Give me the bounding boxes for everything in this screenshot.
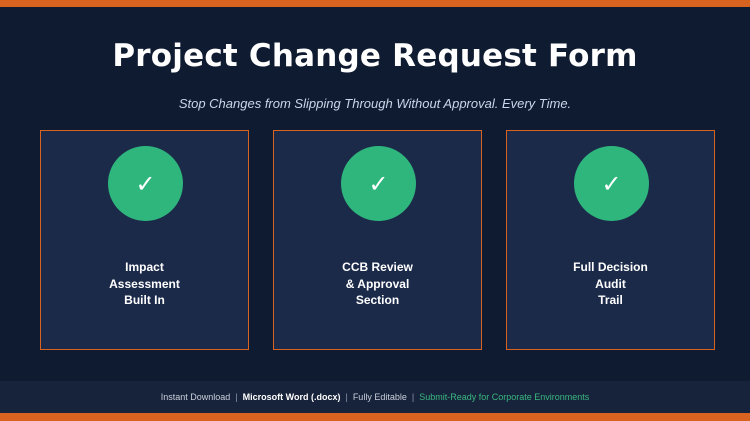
check-icon: ✓ xyxy=(574,146,649,221)
feature-card-label-line: Built In xyxy=(124,293,165,307)
footer-bar: Instant Download | Microsoft Word (.docx… xyxy=(0,381,750,413)
bottom-accent-bar xyxy=(0,413,750,421)
feature-card-label-line: CCB Review xyxy=(342,260,413,274)
feature-card-label-line: Full Decision xyxy=(573,260,648,274)
feature-card-label: Full Decision Audit Trail xyxy=(507,259,714,309)
feature-card-label-line: Section xyxy=(355,293,400,307)
feature-card-label-line: & Approval xyxy=(345,276,410,291)
feature-card-impact: ✓ Impact Assessment Built In xyxy=(40,130,249,350)
footer-item-submit-ready: Submit-Ready for Corporate Environments xyxy=(419,392,590,402)
footer-item-fully-editable: Fully Editable xyxy=(352,392,407,402)
feature-card-label-line: Impact xyxy=(125,260,164,274)
footer-item-instant-download: Instant Download xyxy=(160,392,231,402)
check-icon: ✓ xyxy=(108,146,183,221)
feature-card-audit-trail: ✓ Full Decision Audit Trail xyxy=(506,130,715,350)
check-icon: ✓ xyxy=(341,146,416,221)
feature-card-label-line: Assessment xyxy=(109,276,180,291)
feature-card-ccb-review: ✓ CCB Review & Approval Section xyxy=(273,130,482,350)
footer-item-word-format: Microsoft Word (.docx) xyxy=(242,392,341,402)
footer-separator: | xyxy=(345,392,348,402)
page-title: Project Change Request Form xyxy=(112,38,638,74)
feature-card-label-line: Audit xyxy=(595,276,626,291)
feature-card-label-line: Trail xyxy=(598,293,623,307)
feature-card-label: CCB Review & Approval Section xyxy=(274,259,481,309)
footer-separator: | xyxy=(235,392,238,402)
feature-card-label: Impact Assessment Built In xyxy=(41,259,248,309)
top-accent-bar xyxy=(0,0,750,7)
page-subtitle: Stop Changes from Slipping Through Witho… xyxy=(178,96,572,111)
footer-separator: | xyxy=(411,392,415,402)
